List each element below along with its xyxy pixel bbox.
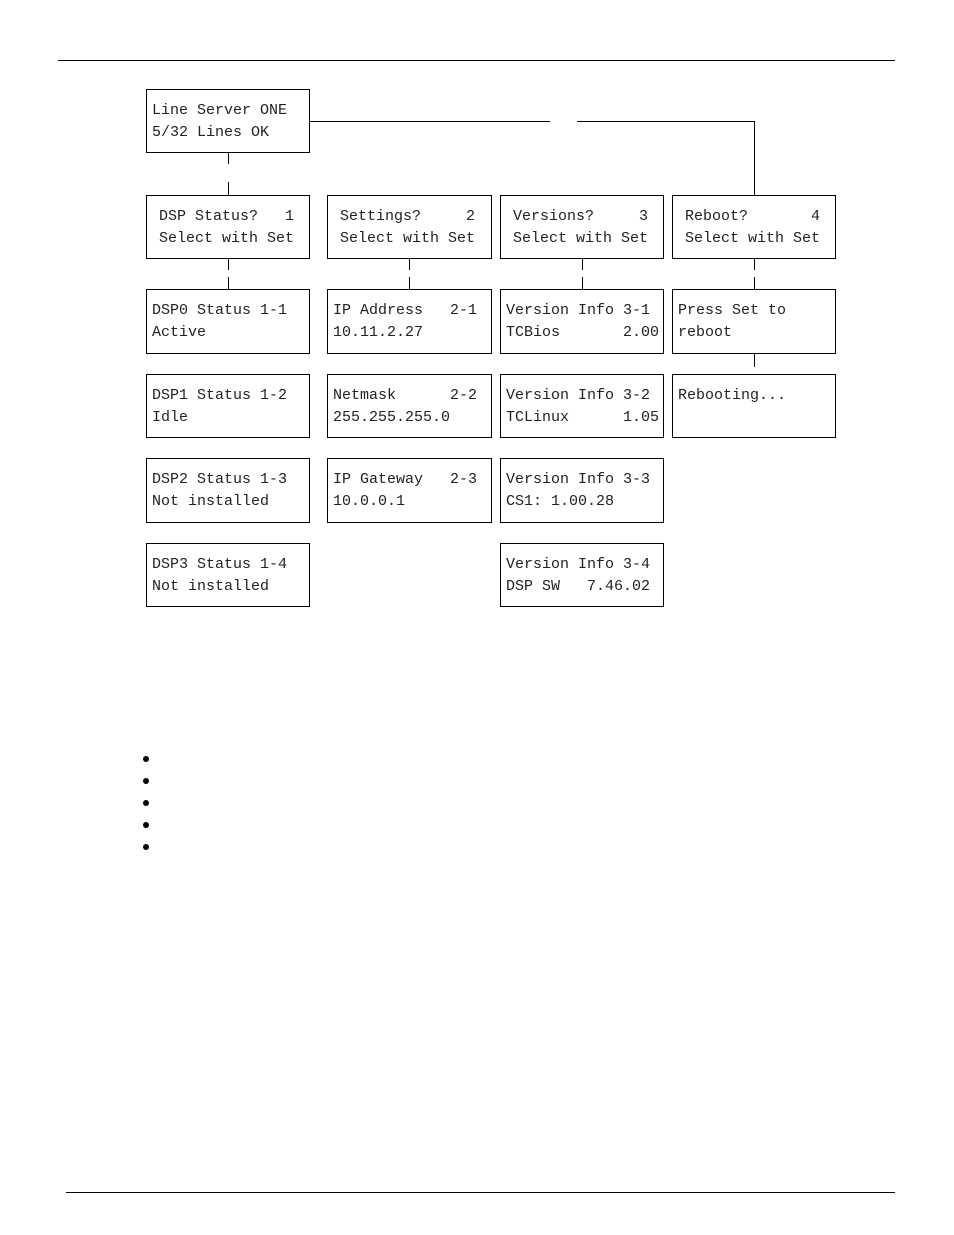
- bullet-icon: [143, 756, 149, 762]
- screen-line-1: Reboot? 4: [685, 208, 821, 225]
- screen-version-info-4: Version Info 3-4 DSP SW 7.46.02: [500, 543, 664, 607]
- connector: [754, 277, 755, 289]
- screen-line-2: DSP SW 7.46.02: [506, 577, 651, 595]
- connector: [228, 277, 229, 289]
- screen-press-set-reboot: Press Set to reboot: [672, 289, 836, 354]
- screen-ip-address: IP Address 2-1 10.11.2.27: [327, 289, 492, 354]
- menu-reboot: Reboot? 4 Select with Set: [672, 195, 836, 259]
- connector: [754, 258, 755, 270]
- screen-dsp2-status: DSP2 Status 1-3 Not installed: [146, 458, 310, 523]
- connector: [228, 258, 229, 270]
- screen-line-1: DSP0 Status 1-1: [152, 302, 288, 319]
- screen-line-1: DSP3 Status 1-4: [152, 556, 288, 573]
- screen-dsp1-status: DSP1 Status 1-2 Idle: [146, 374, 310, 438]
- screen-line-2: Not installed: [152, 577, 270, 595]
- root-screen: Line Server ONE 5/32 Lines OK: [146, 89, 310, 153]
- bullet-icon: [143, 800, 149, 806]
- screen-dsp0-status: DSP0 Status 1-1 Active: [146, 289, 310, 354]
- connector: [577, 121, 754, 122]
- screen-line-2: 5/32 Lines OK: [152, 123, 270, 141]
- screen-line-2: Active: [152, 323, 207, 341]
- header-rule: [58, 60, 895, 61]
- screen-rebooting: Rebooting...: [672, 374, 836, 438]
- screen-line-1: IP Address 2-1: [333, 302, 478, 319]
- screen-ip-gateway: IP Gateway 2-3 10.0.0.1: [327, 458, 492, 523]
- bullet-icon: [143, 844, 149, 850]
- screen-line-2: TCLinux 1.05: [506, 408, 660, 426]
- screen-line-2: Select with Set: [685, 229, 821, 247]
- menu-settings: Settings? 2 Select with Set: [327, 195, 492, 259]
- screen-line-2: reboot: [678, 323, 733, 341]
- screen-version-info-1: Version Info 3-1 TCBios 2.00: [500, 289, 664, 354]
- screen-line-1: Press Set to: [678, 302, 787, 319]
- screen-line-1: Netmask 2-2: [333, 387, 478, 404]
- screen-line-1: DSP2 Status 1-3: [152, 471, 288, 488]
- screen-dsp3-status: DSP3 Status 1-4 Not installed: [146, 543, 310, 607]
- screen-line-2: 255.255.255.0: [333, 408, 451, 426]
- screen-line-1: Versions? 3: [513, 208, 649, 225]
- screen-line-2: Select with Set: [513, 229, 649, 247]
- screen-line-1: Version Info 3-2: [506, 387, 651, 404]
- screen-line-2: CS1: 1.00.28: [506, 492, 615, 510]
- screen-line-2: 10.11.2.27: [333, 323, 424, 341]
- connector: [409, 258, 410, 270]
- connector: [309, 121, 550, 122]
- connector: [228, 182, 229, 195]
- connector: [754, 353, 755, 367]
- bullet-icon: [143, 822, 149, 828]
- menu-versions: Versions? 3 Select with Set: [500, 195, 664, 259]
- bullet-icon: [143, 778, 149, 784]
- screen-line-1: Rebooting...: [678, 387, 787, 404]
- screen-line-2: Select with Set: [159, 229, 295, 247]
- screen-line-1: Version Info 3-4: [506, 556, 651, 573]
- connector: [228, 152, 229, 164]
- screen-line-2: [678, 407, 830, 429]
- footer-rule: [66, 1192, 895, 1193]
- screen-line-2: Idle: [152, 408, 189, 426]
- screen-line-1: Version Info 3-1: [506, 302, 651, 319]
- screen-line-1: IP Gateway 2-3: [333, 471, 478, 488]
- screen-netmask: Netmask 2-2 255.255.255.0: [327, 374, 492, 438]
- connector: [754, 121, 755, 195]
- connector: [409, 277, 410, 289]
- screen-version-info-2: Version Info 3-2 TCLinux 1.05: [500, 374, 664, 438]
- connector: [582, 277, 583, 289]
- screen-line-2: Select with Set: [340, 229, 476, 247]
- connector: [582, 258, 583, 270]
- screen-line-1: DSP Status? 1: [159, 208, 295, 225]
- menu-dsp-status: DSP Status? 1 Select with Set: [146, 195, 310, 259]
- screen-line-2: Not installed: [152, 492, 270, 510]
- screen-line-2: TCBios 2.00: [506, 323, 660, 341]
- screen-line-1: Version Info 3-3: [506, 471, 651, 488]
- screen-line-1: DSP1 Status 1-2: [152, 387, 288, 404]
- screen-version-info-3: Version Info 3-3 CS1: 1.00.28: [500, 458, 664, 523]
- screen-line-2: 10.0.0.1: [333, 492, 406, 510]
- screen-line-1: Settings? 2: [340, 208, 476, 225]
- screen-line-1: Line Server ONE: [152, 102, 288, 119]
